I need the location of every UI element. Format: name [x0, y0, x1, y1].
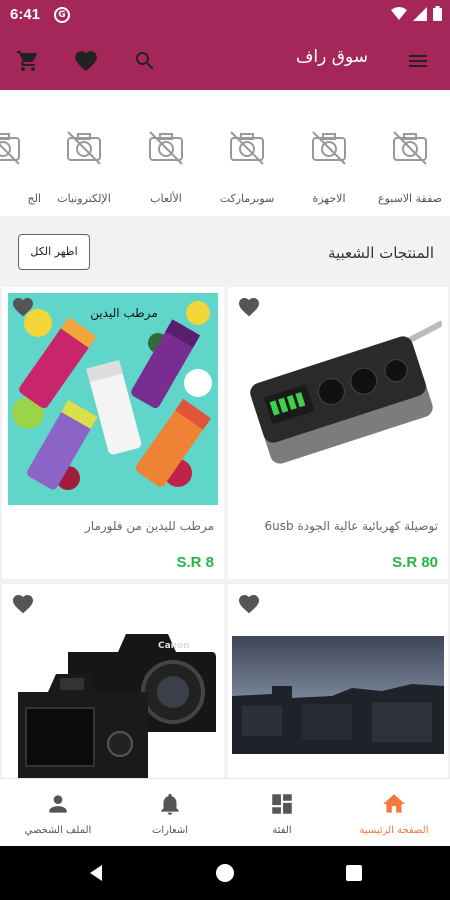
- battery-icon: [433, 6, 442, 21]
- app-title: سوق راف: [295, 47, 368, 67]
- product-price: S.R 80: [392, 554, 438, 571]
- back-icon[interactable]: [86, 863, 106, 883]
- category-label: الج: [27, 192, 41, 205]
- section-title: المنتجات الشعبية: [327, 244, 434, 262]
- show-all-button[interactable]: اظهر الكل: [18, 234, 90, 270]
- product-image-power-strip[interactable]: [234, 293, 444, 505]
- nav-label: الصفحة الرئيسية: [359, 825, 429, 836]
- wifi-icon: [391, 6, 407, 20]
- app-bar: سوق راف: [0, 32, 450, 90]
- nav-label: الملف الشخصي: [24, 825, 92, 836]
- category-item[interactable]: الإلكترونيات: [42, 90, 122, 216]
- favorites-heart-icon[interactable]: [72, 47, 100, 75]
- favorite-heart-icon[interactable]: [236, 592, 262, 616]
- bottom-navigation: الصفحة الرئيسية الفئة اشعارات الملف الشخ…: [0, 778, 450, 846]
- category-item[interactable]: الج: [0, 90, 41, 216]
- cart-icon[interactable]: [14, 47, 42, 75]
- category-label: الإلكترونيات: [57, 192, 111, 205]
- no-photo-icon: [312, 131, 346, 165]
- recents-icon[interactable]: [345, 864, 363, 882]
- product-image-night-city[interactable]: [232, 636, 444, 754]
- signal-icon: [413, 6, 427, 21]
- category-item[interactable]: الاجهزة: [287, 90, 367, 216]
- nav-category[interactable]: الفئة: [226, 779, 338, 847]
- product-price: S.R 8: [176, 554, 214, 571]
- image-caption: Canon: [158, 641, 190, 651]
- home-icon: [383, 794, 405, 813]
- product-card[interactable]: [228, 584, 448, 778]
- no-photo-icon: [0, 133, 20, 165]
- nav-home[interactable]: الصفحة الرئيسية: [338, 779, 450, 847]
- menu-icon[interactable]: [404, 47, 432, 75]
- product-name: مرطب لليدين من فلورمار: [85, 519, 214, 533]
- status-icons: [391, 6, 442, 21]
- nav-label: اشعارات: [151, 825, 189, 836]
- favorite-heart-icon[interactable]: [10, 295, 36, 319]
- no-photo-icon: [393, 131, 427, 165]
- category-item[interactable]: الألعاب: [124, 90, 204, 216]
- no-photo-icon: [149, 131, 183, 165]
- product-card[interactable]: Canon: [2, 584, 224, 778]
- person-icon: [49, 795, 67, 813]
- nav-label: الفئة: [272, 825, 292, 836]
- product-card[interactable]: توصيلة كهربائية عالية الجودة 6usb S.R 80: [228, 287, 448, 579]
- product-card[interactable]: مرطب اليدين مرطب لليدين من فلورمار S.R 8: [2, 287, 224, 579]
- favorite-heart-icon[interactable]: [10, 592, 36, 616]
- product-image-hand-cream[interactable]: مرطب اليدين: [8, 293, 218, 505]
- no-photo-icon: [230, 131, 264, 165]
- categories-strip: صفقة الاسبوع الاجهزة سوبرماركت الألعاب ا…: [0, 90, 450, 216]
- status-bar: 6:41 G: [0, 0, 450, 32]
- product-name: توصيلة كهربائية عالية الجودة 6usb: [264, 519, 438, 533]
- search-icon[interactable]: [131, 47, 159, 75]
- status-app-icon: G: [54, 7, 70, 23]
- product-image-cameras[interactable]: Canon: [8, 612, 218, 778]
- home-circle-icon[interactable]: [215, 863, 235, 883]
- system-navigation-bar: [0, 846, 450, 900]
- nav-notifications[interactable]: اشعارات: [114, 779, 226, 847]
- bell-icon: [161, 793, 179, 815]
- image-caption: مرطب اليدين: [90, 306, 158, 321]
- no-photo-icon: [67, 131, 101, 165]
- favorite-heart-icon[interactable]: [236, 295, 262, 319]
- status-time: 6:41: [10, 6, 41, 23]
- nav-profile[interactable]: الملف الشخصي: [2, 779, 114, 847]
- grid-icon: [272, 794, 292, 814]
- popular-products-header: المنتجات الشعبية اظهر الكل: [0, 216, 450, 286]
